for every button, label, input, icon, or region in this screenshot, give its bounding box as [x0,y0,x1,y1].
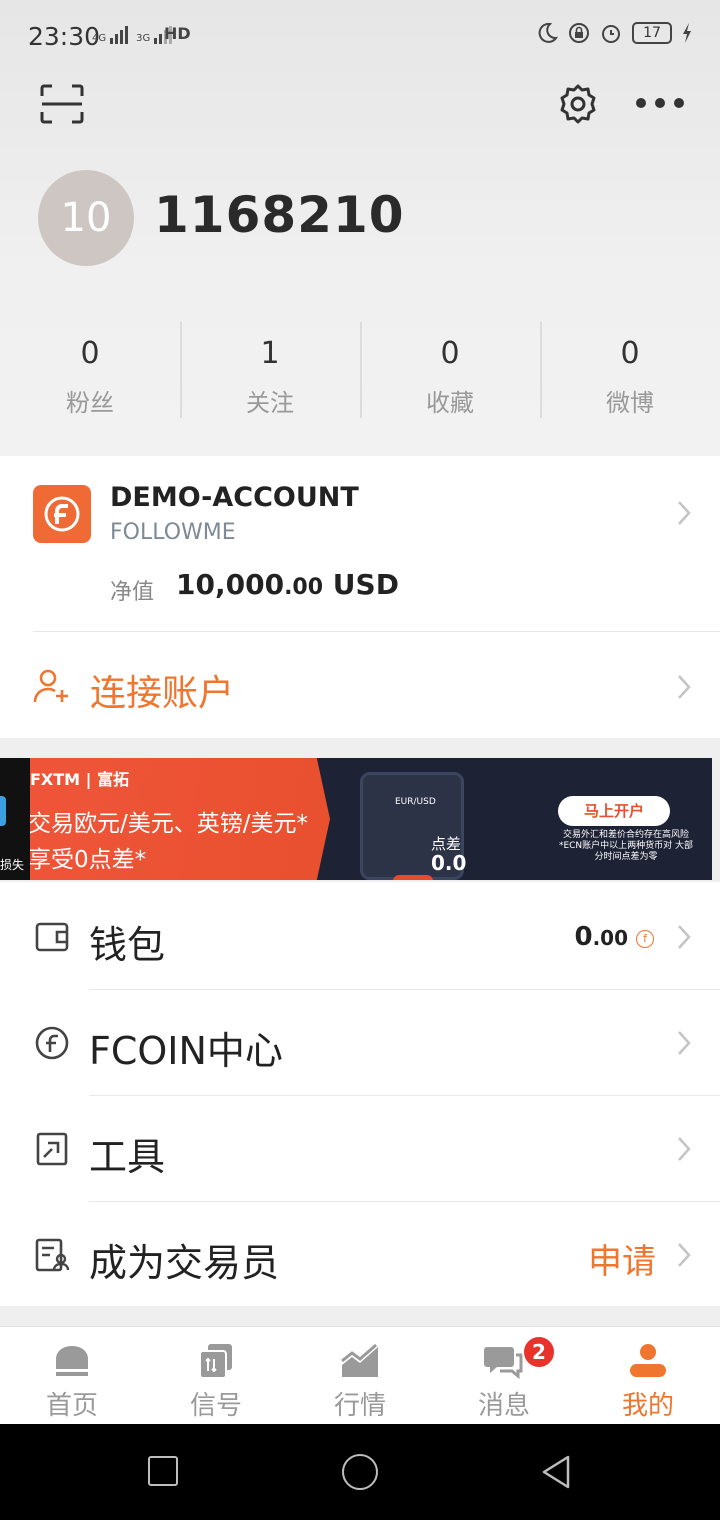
menu-item-fcoin[interactable]: FCOIN中心 [0,990,720,1096]
stat-following[interactable]: 1 关注 [180,322,360,418]
promo-banner[interactable]: FXTM | 富拓 交易欧元/美元、英镑/美元* 享受0点差* EUR/USD … [0,758,712,880]
message-icon [484,1347,523,1379]
status-time: 23:30 [28,22,101,51]
chart-icon [341,1343,378,1377]
banner-brand: FXTM | 富拓 [30,770,130,789]
phone-spread-value: 0.0 [431,851,467,875]
account-card: DEMO-ACCOUNT FOLLOWME 净值 10,000.00 USD 连… [0,456,720,738]
charging-icon [683,23,691,43]
menu-label: 钱包 [89,923,166,967]
signal-4g-icon: 4G [92,24,129,44]
stat-value: 0 [80,336,100,371]
chevron-right-icon[interactable] [676,500,692,526]
wallet-icon [35,922,69,952]
more-icon[interactable] [636,98,684,110]
stat-label: 收藏 [426,389,474,417]
gear-icon[interactable] [556,82,600,126]
tab-label: 行情 [333,1391,386,1421]
lock-rotation-icon [569,23,589,43]
banner-disclaimer: 交易外汇和差价合约存在高风险 *ECN账户中以上两种货币对 大部分时间点差为零 [558,830,694,862]
banner-line-2: 享受0点差* [28,847,147,873]
menu-item-wallet[interactable]: 钱包 0.00 f [0,884,720,990]
menu-item-tools[interactable]: 工具 [0,1096,720,1202]
phone-pair: EUR/USD [395,797,436,807]
home-icon [56,1346,88,1376]
apply-button[interactable]: 申请 [588,1234,656,1283]
tab-messages[interactable]: 2 消息 [432,1327,576,1424]
tab-label: 我的 [621,1391,674,1421]
profile-icon [630,1344,666,1377]
chevron-right-icon[interactable] [676,924,692,950]
equity-label: 净值 [110,580,155,605]
moon-icon [538,22,558,43]
user-id: 1168210 [154,186,405,244]
system-nav-bar [0,1424,720,1520]
chevron-right-icon[interactable] [676,674,692,700]
status-bar: 23:30 4G 3G HD 17 [0,0,720,74]
scan-icon[interactable] [40,84,84,124]
fcoin-icon [35,1026,69,1060]
avatar[interactable]: 10 [38,170,134,266]
open-account-button[interactable]: 马上开户 [558,796,670,826]
stats-row: 0 粉丝 1 关注 0 收藏 0 微博 [0,322,720,418]
tab-label: 首页 [45,1391,98,1421]
bottom-tab-bar: 首页 信号 行情 2 消息 我的 [0,1326,720,1424]
connect-account-button[interactable]: 连接账户 [90,664,234,716]
status-right: 17 [536,22,692,44]
divider [33,631,720,632]
chevron-right-icon[interactable] [676,1030,692,1056]
banner-left-strip: 损失 [0,758,30,880]
tab-label: 消息 [477,1391,530,1421]
stat-label: 粉丝 [66,389,114,417]
tab-market[interactable]: 行情 [288,1327,432,1424]
recent-apps-button[interactable] [148,1456,178,1486]
back-button[interactable] [540,1454,572,1490]
stat-label: 关注 [246,389,294,417]
stat-value: 0 [620,336,640,371]
fcoin-mini-icon: f [636,930,654,948]
hd-icon: HD [164,24,191,43]
stat-value: 0 [440,336,460,371]
phone-button [393,875,433,880]
account-broker: FOLLOWME [110,520,236,545]
trader-icon [35,1238,70,1272]
chevron-right-icon[interactable] [676,1242,692,1268]
tab-home[interactable]: 首页 [0,1327,144,1424]
menu-item-become-trader[interactable]: 成为交易员 申请 [0,1202,720,1308]
banner-phone-image: EUR/USD 点差 0.0 [360,772,467,880]
tools-icon [36,1132,68,1166]
menu-label: FCOIN中心 [89,1029,283,1073]
stat-favorites[interactable]: 0 收藏 [360,322,540,418]
stat-value: 1 [260,336,280,371]
add-user-icon [33,669,68,703]
network-indicators: 4G 3G [92,24,173,44]
stat-weibo[interactable]: 0 微博 [540,322,720,418]
menu-label: 成为交易员 [89,1241,280,1285]
tab-signal[interactable]: 信号 [144,1327,288,1424]
tab-label: 信号 [189,1391,242,1421]
signal-icon [199,1344,232,1379]
tab-me[interactable]: 我的 [576,1327,720,1424]
home-button[interactable] [342,1454,378,1490]
battery-icon: 17 [632,22,672,44]
menu-label: 工具 [89,1135,166,1179]
menu-list: 钱包 0.00 f FCOIN中心 工具 成为交易员 申请 [0,882,720,1306]
equity-value: 10,000.00 USD [176,568,399,601]
stat-label: 微博 [606,389,654,417]
top-actions [0,80,720,130]
alarm-icon [602,25,620,43]
wallet-balance: 0.00 [574,922,628,952]
followme-logo-icon [33,485,91,543]
account-name[interactable]: DEMO-ACCOUNT [110,482,359,513]
stat-fans[interactable]: 0 粉丝 [0,322,180,418]
banner-line-1: 交易欧元/美元、英镑/美元* [28,811,308,837]
message-count-badge: 2 [522,1335,556,1369]
profile-header: 23:30 4G 3G HD 17 10 1168210 0 粉丝 1 关注 0… [0,0,720,456]
chevron-right-icon[interactable] [676,1136,692,1162]
